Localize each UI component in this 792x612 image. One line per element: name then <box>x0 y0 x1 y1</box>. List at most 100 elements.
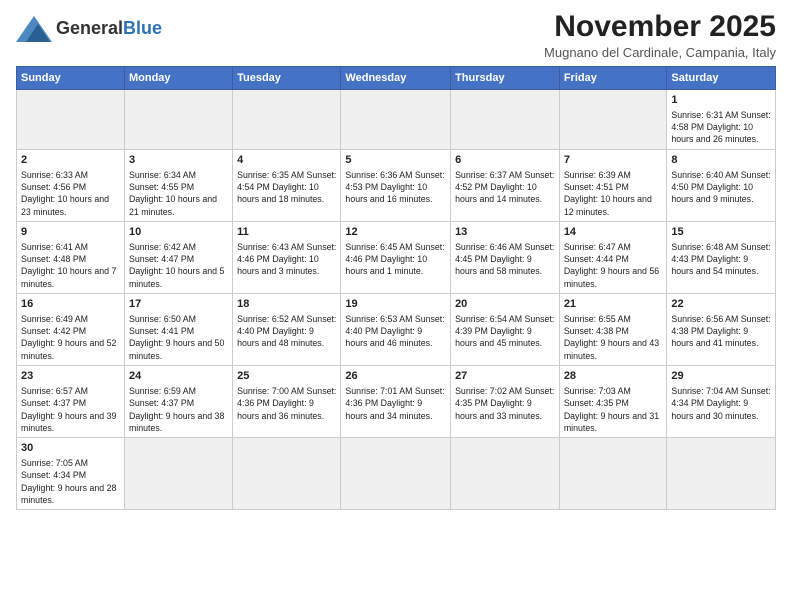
day-number: 20 <box>455 297 555 312</box>
table-row <box>341 90 451 150</box>
day-info: Sunrise: 6:43 AM Sunset: 4:46 PM Dayligh… <box>237 241 336 278</box>
logo-icon <box>16 14 52 44</box>
header-saturday: Saturday <box>667 67 776 90</box>
calendar-week-row: 2Sunrise: 6:33 AM Sunset: 4:56 PM Daylig… <box>17 149 776 221</box>
day-number: 7 <box>564 153 663 168</box>
day-info: Sunrise: 6:37 AM Sunset: 4:52 PM Dayligh… <box>455 169 555 206</box>
day-info: Sunrise: 6:57 AM Sunset: 4:37 PM Dayligh… <box>21 385 120 434</box>
day-number: 15 <box>671 225 771 240</box>
table-row: 27Sunrise: 7:02 AM Sunset: 4:35 PM Dayli… <box>451 366 560 438</box>
day-number: 18 <box>237 297 336 312</box>
location-title: Mugnano del Cardinale, Campania, Italy <box>544 45 776 60</box>
day-info: Sunrise: 6:35 AM Sunset: 4:54 PM Dayligh… <box>237 169 336 206</box>
table-row: 8Sunrise: 6:40 AM Sunset: 4:50 PM Daylig… <box>667 149 776 221</box>
day-number: 14 <box>564 225 663 240</box>
day-info: Sunrise: 6:45 AM Sunset: 4:46 PM Dayligh… <box>345 241 446 278</box>
calendar-week-row: 16Sunrise: 6:49 AM Sunset: 4:42 PM Dayli… <box>17 293 776 365</box>
header-sunday: Sunday <box>17 67 125 90</box>
day-info: Sunrise: 6:48 AM Sunset: 4:43 PM Dayligh… <box>671 241 771 278</box>
day-number: 3 <box>129 153 228 168</box>
table-row <box>17 90 125 150</box>
day-number: 28 <box>564 369 663 384</box>
day-number: 5 <box>345 153 446 168</box>
day-info: Sunrise: 6:42 AM Sunset: 4:47 PM Dayligh… <box>129 241 228 290</box>
table-row: 13Sunrise: 6:46 AM Sunset: 4:45 PM Dayli… <box>451 221 560 293</box>
day-info: Sunrise: 6:49 AM Sunset: 4:42 PM Dayligh… <box>21 313 120 362</box>
day-number: 26 <box>345 369 446 384</box>
day-number: 30 <box>21 441 120 456</box>
day-info: Sunrise: 7:03 AM Sunset: 4:35 PM Dayligh… <box>564 385 663 434</box>
title-block: November 2025 Mugnano del Cardinale, Cam… <box>544 10 776 60</box>
day-number: 23 <box>21 369 120 384</box>
day-number: 16 <box>21 297 120 312</box>
day-info: Sunrise: 7:01 AM Sunset: 4:36 PM Dayligh… <box>345 385 446 422</box>
table-row: 11Sunrise: 6:43 AM Sunset: 4:46 PM Dayli… <box>233 221 341 293</box>
table-row <box>451 90 560 150</box>
table-row: 2Sunrise: 6:33 AM Sunset: 4:56 PM Daylig… <box>17 149 125 221</box>
table-row: 22Sunrise: 6:56 AM Sunset: 4:38 PM Dayli… <box>667 293 776 365</box>
day-info: Sunrise: 6:41 AM Sunset: 4:48 PM Dayligh… <box>21 241 120 290</box>
header-thursday: Thursday <box>451 67 560 90</box>
day-number: 10 <box>129 225 228 240</box>
table-row: 3Sunrise: 6:34 AM Sunset: 4:55 PM Daylig… <box>124 149 232 221</box>
table-row: 14Sunrise: 6:47 AM Sunset: 4:44 PM Dayli… <box>559 221 667 293</box>
table-row: 17Sunrise: 6:50 AM Sunset: 4:41 PM Dayli… <box>124 293 232 365</box>
day-info: Sunrise: 6:50 AM Sunset: 4:41 PM Dayligh… <box>129 313 228 362</box>
day-info: Sunrise: 6:52 AM Sunset: 4:40 PM Dayligh… <box>237 313 336 350</box>
table-row: 25Sunrise: 7:00 AM Sunset: 4:36 PM Dayli… <box>233 366 341 438</box>
calendar-week-row: 9Sunrise: 6:41 AM Sunset: 4:48 PM Daylig… <box>17 221 776 293</box>
table-row: 18Sunrise: 6:52 AM Sunset: 4:40 PM Dayli… <box>233 293 341 365</box>
header-wednesday: Wednesday <box>341 67 451 90</box>
logo: GeneralBlue <box>16 14 162 44</box>
header-monday: Monday <box>124 67 232 90</box>
day-number: 11 <box>237 225 336 240</box>
day-number: 21 <box>564 297 663 312</box>
table-row: 10Sunrise: 6:42 AM Sunset: 4:47 PM Dayli… <box>124 221 232 293</box>
day-number: 17 <box>129 297 228 312</box>
table-row: 15Sunrise: 6:48 AM Sunset: 4:43 PM Dayli… <box>667 221 776 293</box>
day-number: 8 <box>671 153 771 168</box>
calendar-page: GeneralBlue November 2025 Mugnano del Ca… <box>0 0 792 520</box>
table-row: 19Sunrise: 6:53 AM Sunset: 4:40 PM Dayli… <box>341 293 451 365</box>
table-row: 4Sunrise: 6:35 AM Sunset: 4:54 PM Daylig… <box>233 149 341 221</box>
day-info: Sunrise: 7:05 AM Sunset: 4:34 PM Dayligh… <box>21 457 120 506</box>
day-info: Sunrise: 6:53 AM Sunset: 4:40 PM Dayligh… <box>345 313 446 350</box>
table-row: 28Sunrise: 7:03 AM Sunset: 4:35 PM Dayli… <box>559 366 667 438</box>
day-info: Sunrise: 6:47 AM Sunset: 4:44 PM Dayligh… <box>564 241 663 290</box>
day-info: Sunrise: 6:46 AM Sunset: 4:45 PM Dayligh… <box>455 241 555 278</box>
day-info: Sunrise: 6:40 AM Sunset: 4:50 PM Dayligh… <box>671 169 771 206</box>
day-number: 1 <box>671 93 771 108</box>
header-tuesday: Tuesday <box>233 67 341 90</box>
table-row: 12Sunrise: 6:45 AM Sunset: 4:46 PM Dayli… <box>341 221 451 293</box>
calendar-week-row: 1Sunrise: 6:31 AM Sunset: 4:58 PM Daylig… <box>17 90 776 150</box>
table-row: 7Sunrise: 6:39 AM Sunset: 4:51 PM Daylig… <box>559 149 667 221</box>
day-number: 12 <box>345 225 446 240</box>
calendar-week-row: 30Sunrise: 7:05 AM Sunset: 4:34 PM Dayli… <box>17 438 776 510</box>
table-row: 21Sunrise: 6:55 AM Sunset: 4:38 PM Dayli… <box>559 293 667 365</box>
table-row: 6Sunrise: 6:37 AM Sunset: 4:52 PM Daylig… <box>451 149 560 221</box>
logo-general: General <box>56 18 123 38</box>
day-number: 24 <box>129 369 228 384</box>
day-number: 27 <box>455 369 555 384</box>
table-row <box>124 438 232 510</box>
table-row: 30Sunrise: 7:05 AM Sunset: 4:34 PM Dayli… <box>17 438 125 510</box>
logo-text: GeneralBlue <box>56 19 162 39</box>
table-row: 24Sunrise: 6:59 AM Sunset: 4:37 PM Dayli… <box>124 366 232 438</box>
weekday-header-row: Sunday Monday Tuesday Wednesday Thursday… <box>17 67 776 90</box>
logo-blue: Blue <box>123 18 162 38</box>
table-row: 20Sunrise: 6:54 AM Sunset: 4:39 PM Dayli… <box>451 293 560 365</box>
day-info: Sunrise: 7:00 AM Sunset: 4:36 PM Dayligh… <box>237 385 336 422</box>
day-info: Sunrise: 6:31 AM Sunset: 4:58 PM Dayligh… <box>671 109 771 146</box>
day-number: 6 <box>455 153 555 168</box>
table-row <box>233 438 341 510</box>
table-row <box>341 438 451 510</box>
table-row: 16Sunrise: 6:49 AM Sunset: 4:42 PM Dayli… <box>17 293 125 365</box>
table-row <box>124 90 232 150</box>
month-title: November 2025 <box>544 10 776 43</box>
day-info: Sunrise: 6:36 AM Sunset: 4:53 PM Dayligh… <box>345 169 446 206</box>
day-number: 25 <box>237 369 336 384</box>
table-row: 1Sunrise: 6:31 AM Sunset: 4:58 PM Daylig… <box>667 90 776 150</box>
table-row <box>451 438 560 510</box>
day-info: Sunrise: 6:39 AM Sunset: 4:51 PM Dayligh… <box>564 169 663 218</box>
table-row <box>559 90 667 150</box>
